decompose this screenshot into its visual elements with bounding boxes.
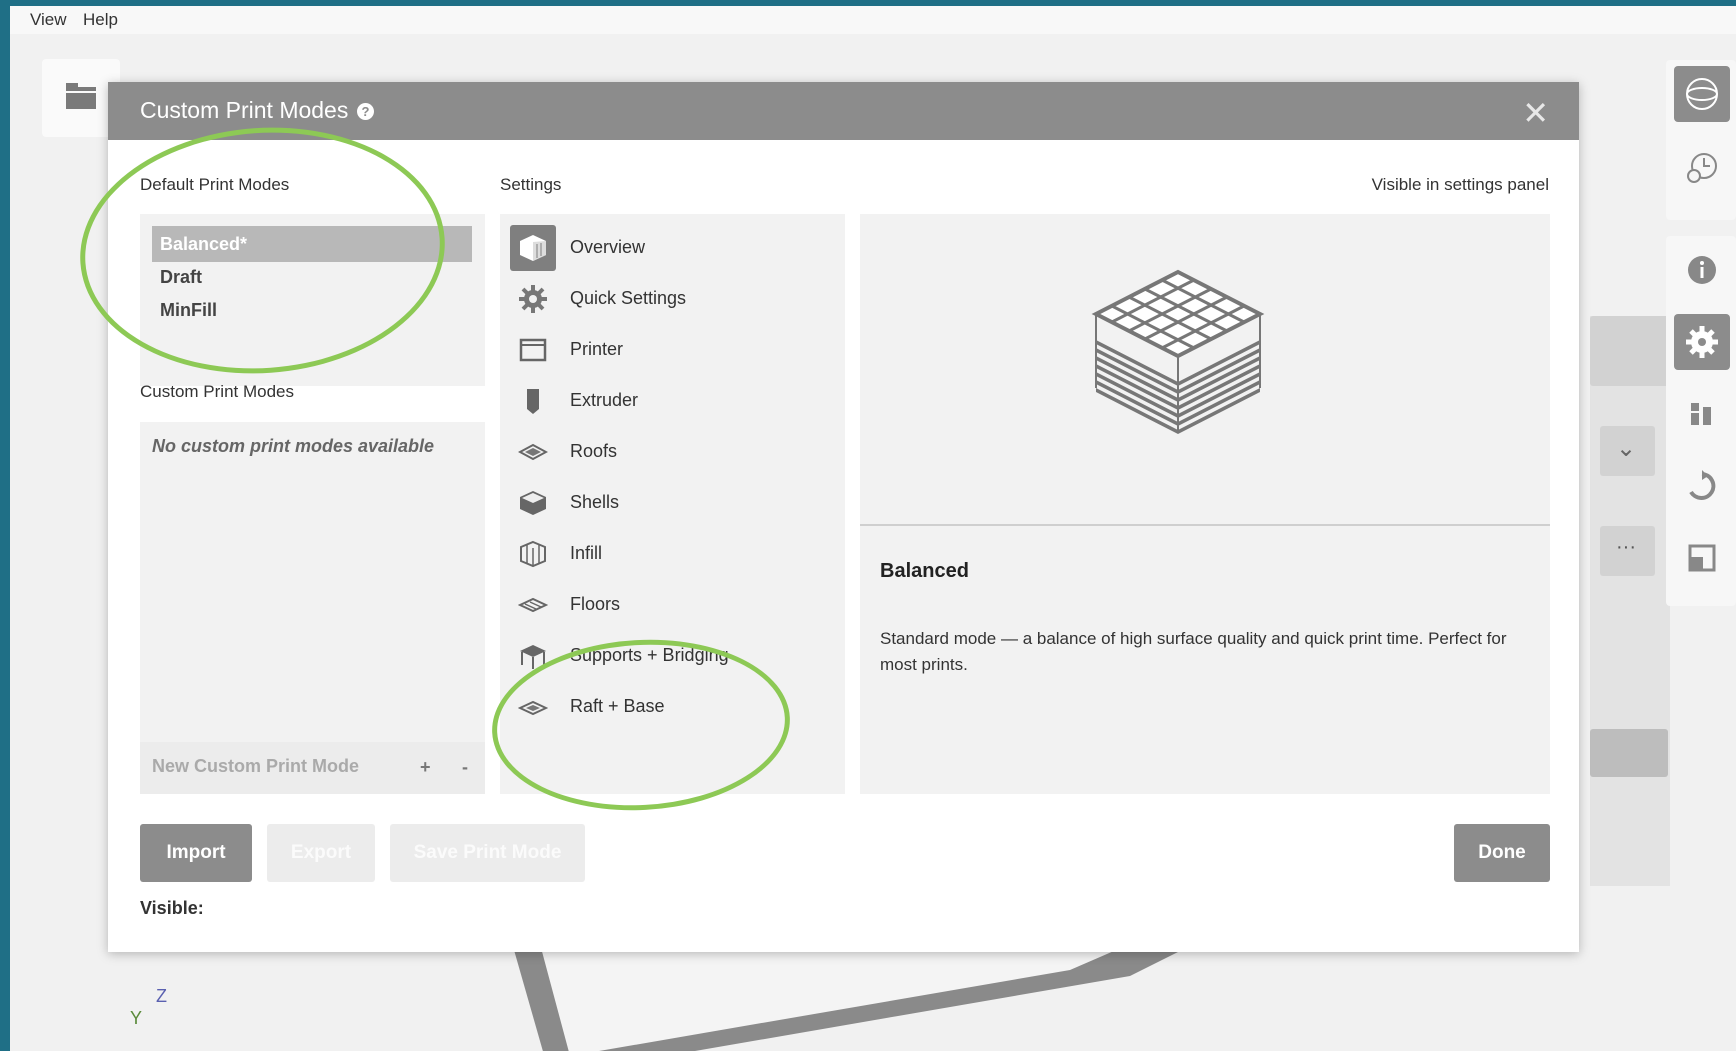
setting-item-supports[interactable]: Supports + Bridging [508, 631, 838, 681]
menubar: View Help [10, 6, 1736, 34]
settings-button[interactable] [1674, 314, 1730, 370]
visible-footer-label: Visible: [140, 898, 204, 918]
help-icon[interactable]: ? [357, 103, 374, 120]
setting-item-shells[interactable]: Shells [508, 478, 838, 528]
chevron-down-icon: ⌄ [1616, 435, 1637, 462]
setting-item-infill[interactable]: Infill [508, 529, 838, 579]
infill-icon [510, 531, 556, 577]
custom-print-modes-dialog: Custom Print Modes ? ✕ Default Print Mod… [108, 82, 1579, 952]
gear-icon [1686, 326, 1718, 358]
folder-icon [66, 83, 96, 109]
raft-icon [510, 684, 556, 730]
setting-item-extruder[interactable]: Extruder [508, 376, 838, 426]
preview-mode-name: Balanced [880, 560, 969, 582]
scale-icon [1688, 544, 1716, 572]
panel-header [1590, 316, 1670, 386]
panel-action-button[interactable] [1590, 729, 1668, 777]
setting-label-shells: Shells [570, 492, 620, 512]
setting-label-supports: Supports + Bridging [570, 645, 729, 665]
save-print-mode-button[interactable]: Save Print Mode [390, 824, 585, 882]
gear-icon [510, 276, 556, 322]
setting-item-roofs[interactable]: Roofs [508, 427, 838, 477]
extruder-icon [510, 378, 556, 424]
roofs-icon [510, 429, 556, 475]
axis-z-label: Z [156, 986, 167, 1006]
settings-list: Overview Quick Settings Printer Extruder… [500, 214, 845, 794]
rotate-button[interactable] [1674, 458, 1730, 514]
setting-label-infill: Infill [570, 543, 603, 563]
no-custom-modes-text: No custom print modes available [152, 436, 435, 456]
clock-play-icon [1687, 153, 1717, 183]
visible-in-settings-label: Visible in settings panel [1371, 175, 1549, 194]
view-toolbar-group [1666, 60, 1736, 220]
setting-item-quick-settings[interactable]: Quick Settings [508, 274, 838, 324]
dialog-title: Custom Print Modes [140, 97, 349, 123]
info-icon [1688, 256, 1716, 284]
preview-panel: Balanced Standard mode — a balance of hi… [860, 214, 1550, 794]
more-button[interactable]: ··· [1600, 526, 1655, 576]
menu-help[interactable]: Help [83, 10, 118, 30]
close-icon[interactable]: ✕ [1522, 94, 1549, 132]
remove-mode-button[interactable]: - [462, 757, 468, 778]
setting-item-overview[interactable]: Overview [508, 223, 838, 273]
rotate-icon [1689, 470, 1716, 500]
custom-modes-list: No custom print modes available New Cust… [140, 422, 485, 794]
right-toolbar [1666, 60, 1736, 620]
default-modes-list: Balanced* Draft MinFill [140, 214, 485, 386]
align-icon [1691, 403, 1711, 425]
mode-item-balanced[interactable]: Balanced* [152, 226, 472, 262]
floors-icon [510, 582, 556, 628]
settings-label: Settings [500, 175, 562, 194]
import-button[interactable]: Import [140, 824, 252, 882]
build-plate [510, 936, 1210, 1051]
setting-label-roofs: Roofs [570, 441, 618, 461]
preview-divider [860, 524, 1550, 526]
setting-item-floors[interactable]: Floors [508, 580, 838, 630]
setting-label-extruder: Extruder [570, 390, 639, 410]
scale-button[interactable] [1674, 530, 1730, 586]
dialog-header: Custom Print Modes ? ✕ [108, 82, 1579, 140]
menu-view[interactable]: View [30, 10, 67, 30]
setting-label-printer: Printer [570, 339, 624, 359]
axis-y-label: Y [130, 1008, 143, 1028]
new-custom-mode-input[interactable]: New Custom Print Mode [152, 756, 359, 777]
supports-icon [510, 633, 556, 679]
view-3d-button[interactable] [1674, 66, 1730, 122]
print-mode-preview-image [1091, 269, 1265, 434]
preview-button[interactable] [1674, 140, 1730, 196]
setting-label-quick-settings: Quick Settings [570, 288, 687, 308]
shells-icon [510, 480, 556, 526]
setting-label-floors: Floors [570, 594, 621, 614]
dropdown-button[interactable]: ⌄ [1600, 426, 1655, 476]
align-button[interactable] [1674, 386, 1730, 442]
setting-item-printer[interactable]: Printer [508, 325, 838, 375]
setting-label-overview: Overview [570, 237, 646, 257]
tools-toolbar-group [1666, 236, 1736, 606]
printer-icon [510, 327, 556, 373]
info-button[interactable] [1674, 242, 1730, 298]
globe-icon [1686, 78, 1718, 110]
add-mode-button[interactable]: + [420, 757, 431, 778]
mode-item-minfill[interactable]: MinFill [152, 292, 472, 328]
new-custom-mode-row: New Custom Print Mode + - [140, 742, 485, 794]
overview-icon [510, 225, 556, 271]
more-icon: ··· [1616, 536, 1636, 558]
settings-side-panel: ⌄ ··· [1590, 316, 1670, 886]
mode-item-draft[interactable]: Draft [152, 259, 472, 295]
preview-mode-description: Standard mode — a balance of high surfac… [880, 629, 1507, 674]
done-button[interactable]: Done [1454, 824, 1550, 882]
custom-modes-label: Custom Print Modes [140, 382, 294, 401]
export-button[interactable]: Export [267, 824, 375, 882]
setting-label-raft: Raft + Base [570, 696, 665, 716]
setting-item-raft[interactable]: Raft + Base [508, 682, 838, 732]
default-modes-label: Default Print Modes [140, 175, 290, 194]
